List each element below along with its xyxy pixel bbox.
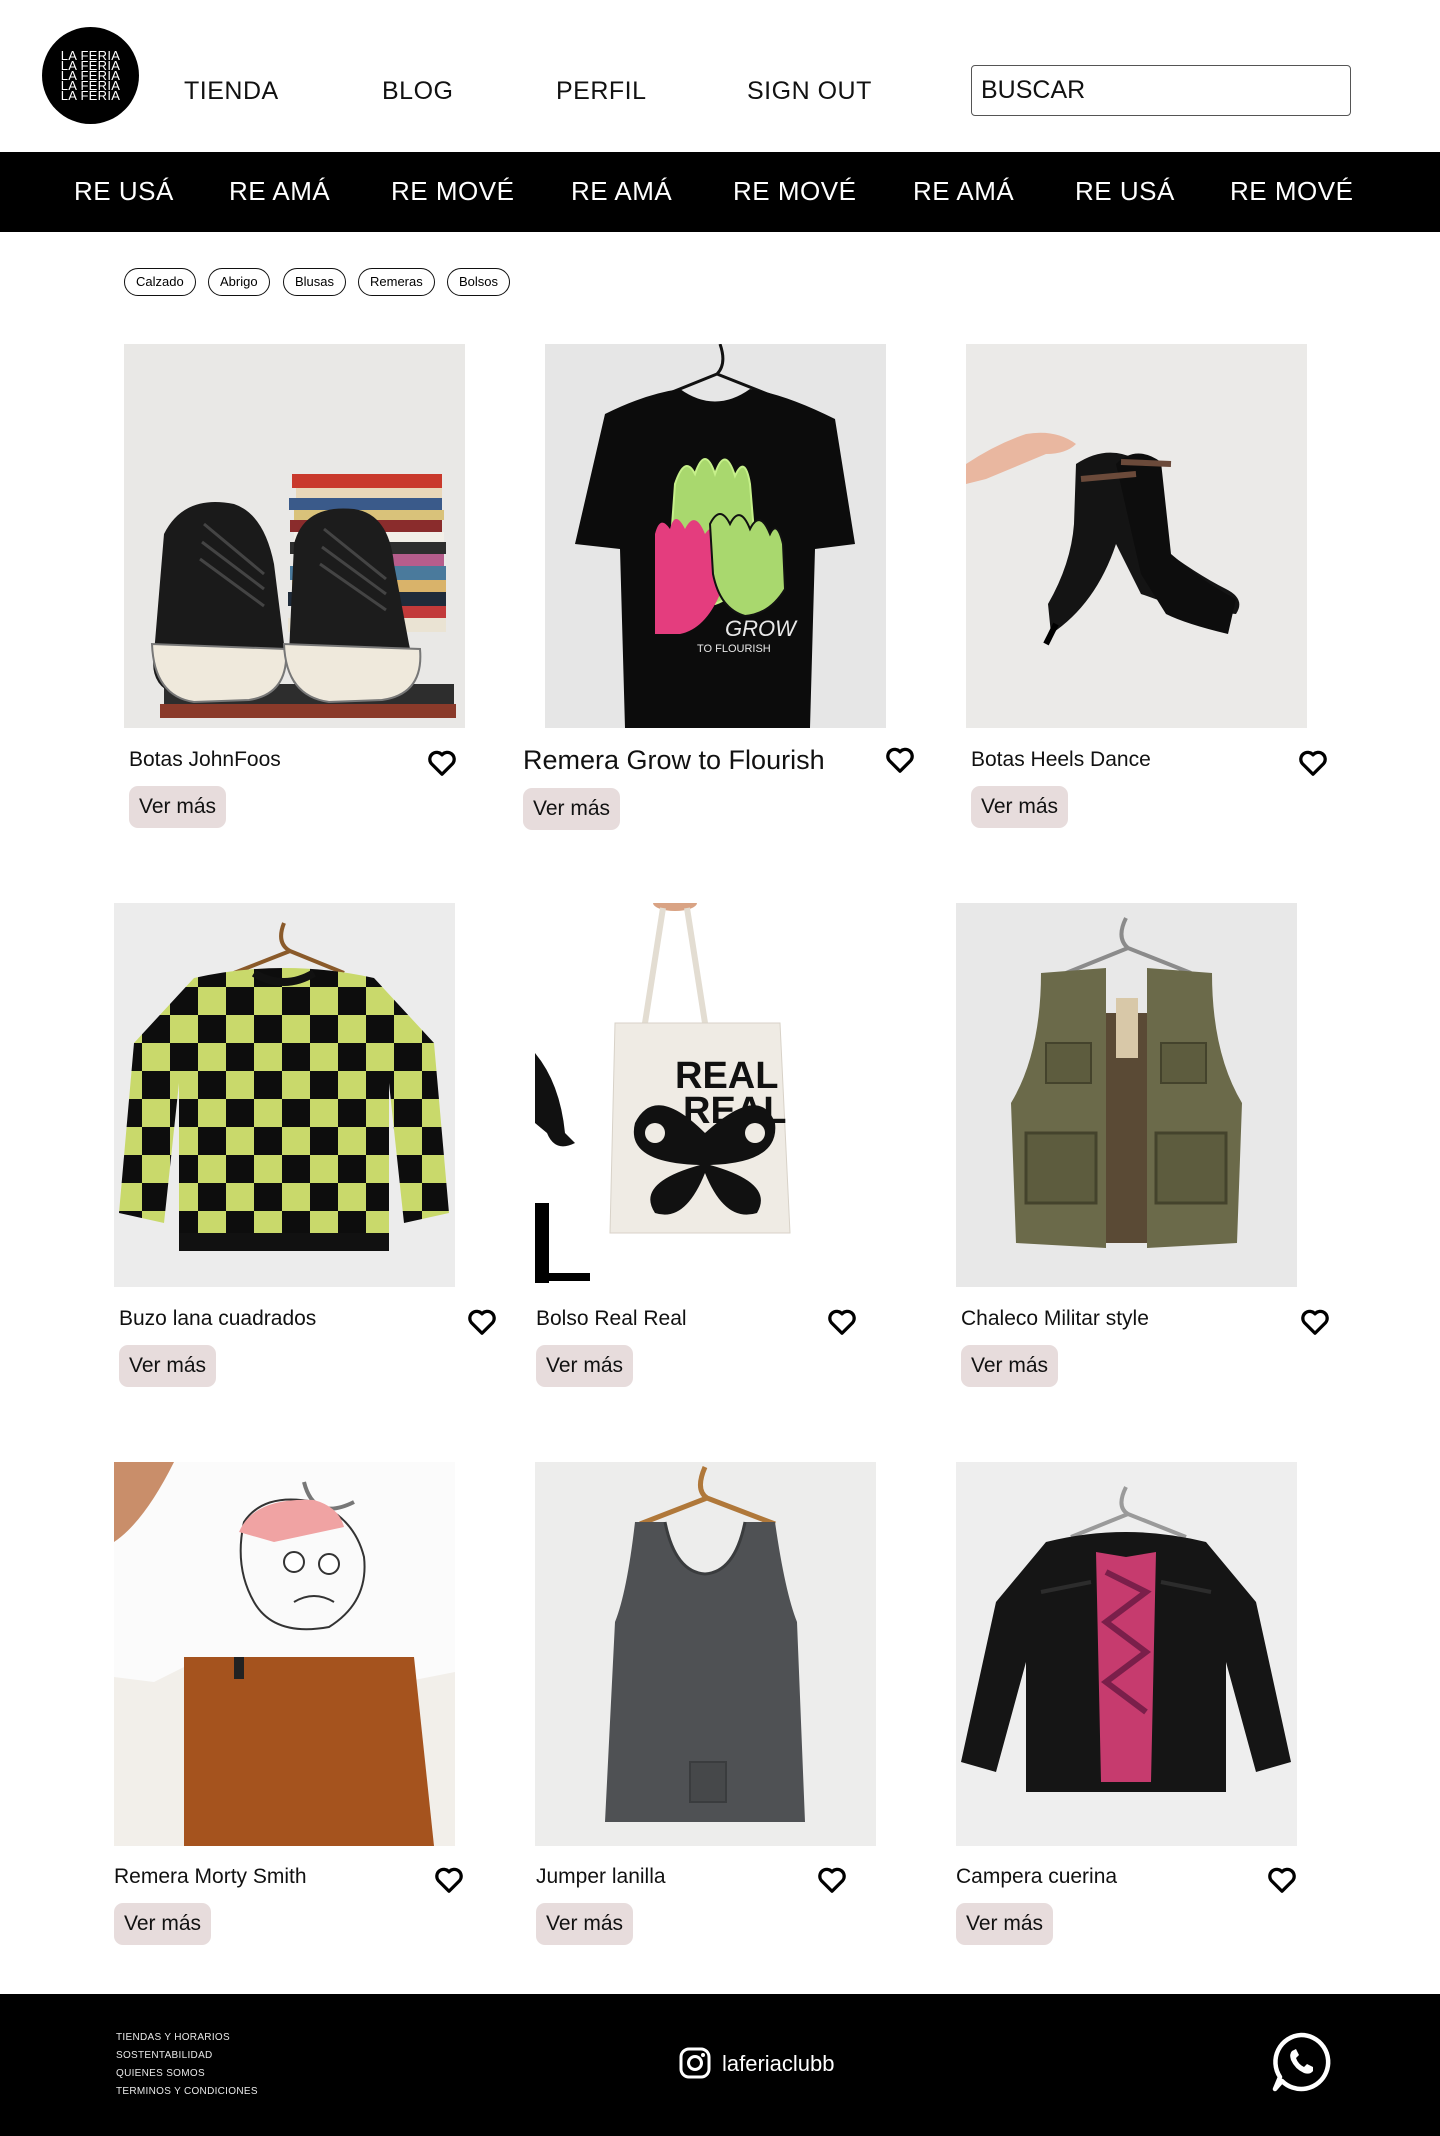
slogan-item: RE MOVÉ (391, 176, 515, 206)
product-image-vest[interactable] (956, 903, 1297, 1287)
heart-icon[interactable] (1298, 749, 1328, 777)
slogan-item: RE MOVÉ (1230, 176, 1354, 206)
footer-link-quienes-somos[interactable]: QUIENES SOMOS (116, 2068, 205, 2080)
ver-mas-button[interactable]: Ver más (129, 786, 227, 828)
ver-mas-button[interactable]: Ver más (971, 786, 1069, 828)
ver-mas-button[interactable]: Ver más (961, 1345, 1059, 1387)
instagram-handle[interactable]: laferiaclubb (722, 2050, 835, 2078)
product-image-tshirt[interactable]: GROW TO FLOURISH (545, 344, 886, 728)
site-header: LA FERIA LA FERIA LA FERIA LA FERIA LA F… (0, 0, 1440, 152)
product-name[interactable]: Remera Grow to Flourish (523, 744, 825, 776)
heart-icon[interactable] (434, 1866, 464, 1894)
product-image-leather-jacket[interactable] (956, 1462, 1297, 1846)
product-name[interactable]: Buzo lana cuadrados (119, 1306, 316, 1332)
product-name[interactable]: Botas Heels Dance (971, 747, 1151, 773)
slogan-item: RE AMÁ (571, 176, 673, 206)
footer-link-tiendas[interactable]: TIENDAS Y HORARIOS (116, 2032, 230, 2044)
ver-mas-button[interactable]: Ver más (536, 1345, 634, 1387)
heart-icon[interactable] (885, 746, 915, 774)
product-image-tote-bag[interactable]: REAL REAL (535, 903, 876, 1287)
slogan-item: RE USÁ (74, 176, 174, 206)
ver-mas-button[interactable]: Ver más (119, 1345, 217, 1387)
filter-chip-blusas[interactable]: Blusas (283, 268, 347, 296)
heart-icon[interactable] (467, 1308, 497, 1336)
heart-icon[interactable] (427, 749, 457, 777)
product-image-sneakers[interactable] (124, 344, 465, 728)
filter-chip-calzado[interactable]: Calzado (124, 268, 196, 296)
site-footer: TIENDAS Y HORARIOS SOSTENTABILIDAD QUIEN… (0, 1994, 1440, 2136)
whatsapp-icon[interactable] (1270, 2031, 1332, 2093)
product-image-heels[interactable] (966, 344, 1307, 728)
tshirt-print-text: GROW (725, 616, 798, 641)
heart-icon[interactable] (827, 1308, 857, 1336)
tshirt-print-text: TO FLOURISH (697, 643, 771, 655)
nav-tienda[interactable]: TIENDA (184, 76, 279, 106)
product-image-sweater[interactable] (114, 903, 455, 1287)
product-name[interactable]: Chaleco Militar style (961, 1306, 1149, 1332)
product-name[interactable]: Jumper lanilla (536, 1864, 666, 1890)
slogan-item: RE MOVÉ (733, 176, 857, 206)
filter-chip-abrigo[interactable]: Abrigo (208, 268, 270, 296)
product-name[interactable]: Remera Morty Smith (114, 1864, 307, 1890)
product-image-jumper-dress[interactable] (535, 1462, 876, 1846)
filter-chip-remeras[interactable]: Remeras (358, 268, 435, 296)
product-name[interactable]: Bolso Real Real (536, 1306, 687, 1332)
instagram-icon[interactable] (678, 2046, 712, 2080)
product-image-morty-tshirt[interactable] (114, 1462, 455, 1846)
ver-mas-button[interactable]: Ver más (956, 1903, 1054, 1945)
filter-chip-bolsos[interactable]: Bolsos (447, 268, 511, 296)
search-input[interactable] (971, 65, 1351, 116)
slogan-band: RE USÁ RE AMÁ RE MOVÉ RE AMÁ RE MOVÉ RE … (0, 152, 1440, 232)
nav-perfil[interactable]: PERFIL (556, 76, 647, 106)
slogan-item: RE USÁ (1075, 176, 1175, 206)
footer-link-sostentabilidad[interactable]: SOSTENTABILIDAD (116, 2050, 213, 2062)
ver-mas-button[interactable]: Ver más (536, 1903, 634, 1945)
ver-mas-button[interactable]: Ver más (114, 1903, 212, 1945)
nav-sign-out[interactable]: SIGN OUT (747, 76, 872, 106)
product-name[interactable]: Campera cuerina (956, 1864, 1117, 1890)
ver-mas-button[interactable]: Ver más (523, 788, 621, 830)
heart-icon[interactable] (1267, 1866, 1297, 1894)
brand-logo[interactable]: LA FERIA LA FERIA LA FERIA LA FERIA LA F… (42, 27, 139, 124)
product-name[interactable]: Botas JohnFoos (129, 747, 281, 773)
footer-link-terminos[interactable]: TERMINOS Y CONDICIONES (116, 2086, 258, 2098)
slogan-item: RE AMÁ (913, 176, 1015, 206)
slogan-item: RE AMÁ (229, 176, 331, 206)
heart-icon[interactable] (1300, 1308, 1330, 1336)
nav-blog[interactable]: BLOG (382, 76, 453, 106)
heart-icon[interactable] (817, 1866, 847, 1894)
logo-line: LA FERIA (60, 87, 121, 103)
